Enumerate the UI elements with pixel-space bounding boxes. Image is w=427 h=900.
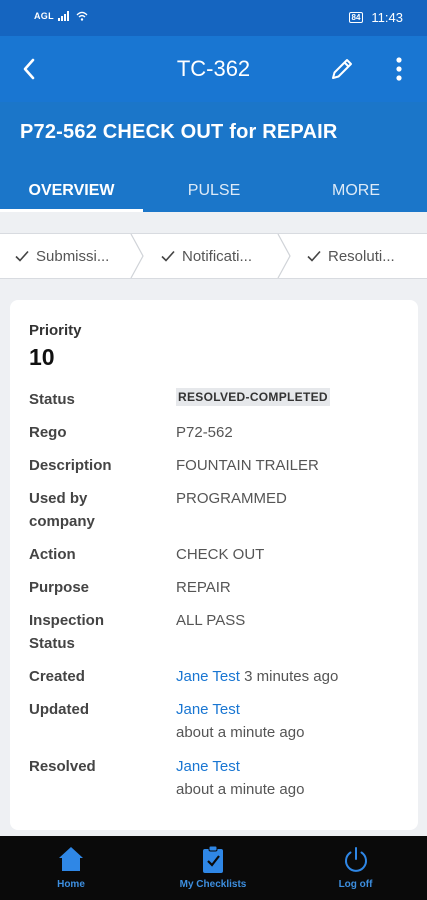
bottom-navigation: Home My Checklists Log off: [0, 836, 427, 900]
edit-button[interactable]: [328, 55, 356, 83]
step-notification[interactable]: Notificati...: [160, 234, 278, 278]
priority-label: Priority: [29, 322, 82, 339]
rego-label: Rego: [29, 424, 67, 441]
updated-time: about a minute ago: [176, 724, 305, 741]
nav-logoff-label: Log off: [338, 879, 373, 890]
step-label: Notificati...: [182, 247, 253, 265]
active-tab-indicator: [0, 209, 143, 212]
updated-value: Jane Test about a minute ago: [176, 698, 304, 744]
action-label: Action: [29, 546, 76, 563]
step-label: Submissi...: [36, 247, 110, 265]
used-by-label: Used by company: [29, 487, 95, 533]
nav-home[interactable]: Home: [0, 836, 142, 900]
step-label: Resoluti...: [328, 247, 395, 265]
wifi-icon: [76, 11, 88, 21]
home-icon: [59, 847, 83, 871]
created-user-link[interactable]: Jane Test: [176, 668, 240, 685]
inspection-label-line1: Inspection: [29, 612, 105, 629]
step-resolution[interactable]: Resoluti...: [306, 234, 416, 278]
tab-bar: OVERVIEW PULSE MORE: [0, 170, 427, 212]
action-value: CHECK OUT: [176, 546, 265, 563]
used-by-label-line2: company: [29, 513, 95, 530]
nav-log-off[interactable]: Log off: [284, 836, 427, 900]
clipboard-icon: [203, 845, 223, 873]
signal-icon: [57, 11, 69, 21]
rego-value: P72-562: [176, 424, 233, 441]
check-icon: [307, 250, 321, 262]
more-vertical-icon: [396, 57, 402, 81]
created-label: Created: [29, 668, 85, 685]
created-value: Jane Test 3 minutes ago: [176, 665, 338, 688]
resolved-user-link[interactable]: Jane Test: [176, 755, 304, 778]
status-label: Status: [29, 391, 75, 408]
status-right: 84 11:43: [348, 10, 403, 25]
status-left: AGL: [34, 11, 88, 21]
updated-user-link[interactable]: Jane Test: [176, 698, 304, 721]
step-submission[interactable]: Submissi...: [14, 234, 132, 278]
tab-overview[interactable]: OVERVIEW: [0, 170, 143, 212]
chevron-right-icon: [130, 234, 144, 278]
check-icon: [15, 250, 29, 262]
clock: 11:43: [371, 10, 403, 25]
nav-my-checklists[interactable]: My Checklists: [142, 836, 284, 900]
tab-pulse[interactable]: PULSE: [143, 170, 285, 212]
used-by-label-line1: Used by: [29, 490, 88, 507]
check-icon: [161, 250, 175, 262]
app-bar-title: TC-362: [176, 56, 251, 81]
updated-label: Updated: [29, 701, 89, 718]
carrier-label: AGL: [34, 11, 54, 21]
purpose-value: REPAIR: [176, 579, 231, 596]
pencil-icon: [332, 59, 352, 79]
nav-checklists-label: My Checklists: [179, 879, 247, 890]
status-badge: RESOLVED-COMPLETED: [176, 388, 330, 406]
created-time: 3 minutes ago: [244, 668, 339, 685]
inspection-label-line2: Status: [29, 635, 75, 652]
resolved-label: Resolved: [29, 758, 96, 775]
description-value: FOUNTAIN TRAILER: [176, 457, 319, 474]
used-by-value: PROGRAMMED: [176, 490, 287, 507]
inspection-status-value: ALL PASS: [176, 612, 246, 629]
resolved-value: Jane Test about a minute ago: [176, 755, 304, 801]
page-title: P72-562 CHECK OUT for REPAIR: [20, 121, 338, 143]
nav-home-label: Home: [57, 879, 85, 890]
system-status-bar: AGL 84 11:43: [0, 0, 427, 36]
priority-value: 10: [29, 344, 55, 370]
workflow-steps: Submissi... Notificati... Resoluti...: [0, 233, 427, 279]
more-options-button[interactable]: [388, 55, 410, 83]
app-bar: TC-362: [0, 36, 427, 102]
purpose-label: Purpose: [29, 579, 90, 596]
tab-more[interactable]: MORE: [285, 170, 427, 212]
page-header: P72-562 CHECK OUT for REPAIR OVERVIEW PU…: [0, 102, 427, 212]
battery-icon: 84: [348, 12, 364, 23]
power-icon: [345, 847, 367, 872]
inspection-status-label: Inspection Status: [29, 609, 104, 655]
description-label: Description: [29, 457, 112, 474]
resolved-time: about a minute ago: [176, 781, 305, 798]
chevron-right-icon: [277, 234, 291, 278]
details-card: Priority 10 Status RESOLVED-COMPLETED Re…: [10, 300, 418, 830]
